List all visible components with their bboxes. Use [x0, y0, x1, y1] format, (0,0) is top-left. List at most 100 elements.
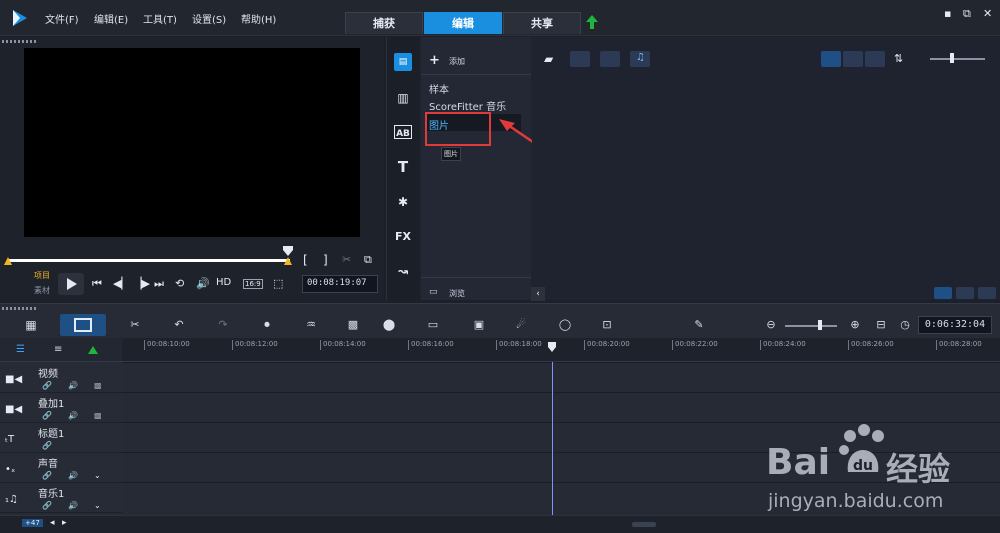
add-track-icon[interactable] — [88, 346, 98, 354]
ripple-icon[interactable]: ▩ — [94, 381, 102, 390]
thumbnail-view-button[interactable] — [865, 51, 885, 67]
upload-arrow-icon[interactable] — [585, 14, 599, 30]
menu-edit[interactable]: 编辑(E) — [94, 11, 128, 26]
browse-icon[interactable]: ▭ — [429, 287, 438, 297]
zoom-slider-handle[interactable] — [950, 53, 954, 63]
link-icon[interactable]: 🔗 — [42, 501, 52, 510]
mark-out-button[interactable]: ] — [323, 253, 328, 267]
instant-project-icon[interactable]: ▥ — [394, 89, 412, 107]
previous-frame-icon[interactable]: ◀▏ — [113, 277, 130, 290]
timeline-ruler[interactable]: 00:08:10:00 00:08:12:00 00:08:14:00 00:0… — [122, 338, 1000, 362]
music-track-icon[interactable]: ₁♫ — [5, 494, 18, 505]
go-to-end-icon[interactable]: ⏭ — [154, 277, 164, 291]
mute-icon[interactable]: 🔊 — [68, 501, 78, 510]
menu-help[interactable]: 帮助(H) — [241, 11, 276, 26]
playhead-line[interactable] — [552, 362, 553, 515]
zoom-in-icon[interactable]: ⊕ — [846, 318, 864, 332]
chevron-down-icon[interactable]: ⌄ — [94, 471, 101, 480]
tab-capture[interactable]: 捕获 — [345, 12, 423, 34]
mute-icon[interactable]: 🔊 — [68, 381, 78, 390]
list-item-scorefitter[interactable]: ScoreFitter 音乐 — [429, 98, 506, 113]
motion-tracking-icon[interactable]: ⬤ — [380, 318, 398, 332]
volume-icon[interactable]: 🔊 — [196, 277, 210, 290]
list-view-button[interactable] — [821, 51, 841, 67]
repeat-icon[interactable]: ⟲ — [175, 277, 184, 290]
subtitle-editor-icon[interactable]: ▭ — [424, 318, 442, 332]
clip-mode-label[interactable]: 素材 — [34, 285, 50, 296]
track-name-title[interactable]: 标题1 — [38, 425, 64, 440]
show-photos-button[interactable] — [600, 51, 620, 67]
link-icon[interactable]: 🔗 — [42, 381, 52, 390]
details-view-button[interactable] — [843, 51, 863, 67]
media-icon[interactable]: ▤ — [394, 53, 412, 71]
undo-icon[interactable]: ↶ — [170, 318, 188, 332]
list-item-sample[interactable]: 样本 — [429, 81, 449, 96]
graphics-icon[interactable]: ✱ — [394, 193, 412, 211]
browse-button[interactable]: 浏览 — [449, 288, 465, 299]
tab-edit[interactable]: 编辑 — [424, 12, 502, 34]
path-icon[interactable]: ↝ — [394, 262, 412, 280]
panel-grip[interactable] — [2, 40, 36, 43]
mute-icon[interactable]: 🔊 — [68, 471, 78, 480]
tools-icon[interactable]: ✂ — [126, 318, 144, 332]
timeline-timecode[interactable]: 0:06:32:04 — [918, 316, 992, 334]
enlarge-icon[interactable]: ⧉ — [364, 253, 372, 267]
mute-icon[interactable]: 🔊 — [68, 411, 78, 420]
hd-toggle[interactable]: HD — [216, 277, 231, 288]
playhead-handle-icon[interactable] — [547, 342, 557, 352]
chevron-down-icon[interactable]: ⌄ — [94, 501, 101, 510]
redo-icon[interactable]: ↷ — [214, 318, 232, 332]
close-icon[interactable]: ✕ — [983, 7, 992, 20]
menu-settings[interactable]: 设置(S) — [192, 11, 226, 26]
track-count-badge[interactable]: +47 — [22, 519, 43, 527]
multi-camera-icon[interactable]: ▣ — [470, 318, 488, 332]
restore-icon[interactable]: ⧉ — [963, 7, 971, 21]
timeline-grip[interactable] — [2, 307, 36, 310]
layout-3-button[interactable] — [978, 287, 996, 299]
minimize-icon[interactable]: ▪ — [944, 7, 951, 20]
aspect-ratio-button[interactable]: 16:9 — [243, 279, 263, 289]
collapse-panel-button[interactable]: ‹ — [531, 287, 545, 301]
scroll-left-icon[interactable]: ◂ — [50, 518, 55, 528]
scrubber-handle-icon[interactable] — [282, 245, 294, 257]
zoom-out-icon[interactable]: ⊖ — [762, 318, 780, 332]
timeline-zoom-handle[interactable] — [818, 320, 822, 330]
zoom-slider[interactable] — [930, 58, 985, 60]
title-track-icon[interactable]: ₜT — [5, 434, 14, 445]
track-name-voice[interactable]: 声音 — [38, 455, 58, 470]
mark-out-icon[interactable] — [284, 257, 292, 265]
project-mode-label[interactable]: 项目 — [34, 270, 50, 281]
voice-track-icon[interactable]: •ₓ — [5, 464, 15, 475]
ripple-icon[interactable]: ▩ — [94, 411, 102, 420]
fit-to-window-icon[interactable]: ⊟ — [872, 318, 890, 332]
go-to-start-icon[interactable]: ⏮ — [92, 277, 102, 291]
track-manager-icon[interactable]: ☰ — [16, 344, 25, 355]
video-track-icon[interactable]: ■◀ — [5, 374, 22, 385]
show-video-button[interactable] — [570, 51, 590, 67]
filter-icon[interactable]: FX — [394, 228, 412, 246]
sort-icon[interactable]: ⇅ — [894, 52, 903, 65]
time-remapping-icon[interactable]: ☄ — [512, 318, 530, 332]
track-name-overlay[interactable]: 叠加1 — [38, 395, 64, 410]
link-icon[interactable]: 🔗 — [42, 471, 52, 480]
track-name-video[interactable]: 视频 — [38, 365, 58, 380]
menu-file[interactable]: 文件(F) — [45, 11, 79, 26]
overlay-track-icon[interactable]: ■◀ — [5, 404, 22, 415]
scroll-right-icon[interactable]: ▸ — [62, 518, 67, 528]
record-capture-icon[interactable]: ⏺ — [258, 318, 276, 332]
smart-package-icon[interactable]: ✎ — [690, 318, 708, 332]
import-folder-icon[interactable]: ▰ — [544, 52, 553, 66]
mark-in-icon[interactable] — [4, 257, 12, 265]
timeline-zoom-slider[interactable] — [785, 325, 837, 327]
add-button[interactable]: 添加 — [449, 56, 465, 67]
scrub-bar[interactable] — [8, 259, 290, 262]
layout-2-button[interactable] — [956, 287, 974, 299]
add-icon[interactable]: + — [429, 53, 440, 68]
title-icon[interactable]: T — [394, 158, 412, 176]
link-icon[interactable]: 🔗 — [42, 411, 52, 420]
menu-tools[interactable]: 工具(T) — [143, 11, 177, 26]
pan-zoom-icon[interactable]: ⊡ — [598, 318, 616, 332]
layout-1-button[interactable] — [934, 287, 952, 299]
scissors-icon[interactable]: ✂ — [342, 253, 351, 266]
next-frame-icon[interactable]: ▕▶ — [133, 277, 150, 290]
